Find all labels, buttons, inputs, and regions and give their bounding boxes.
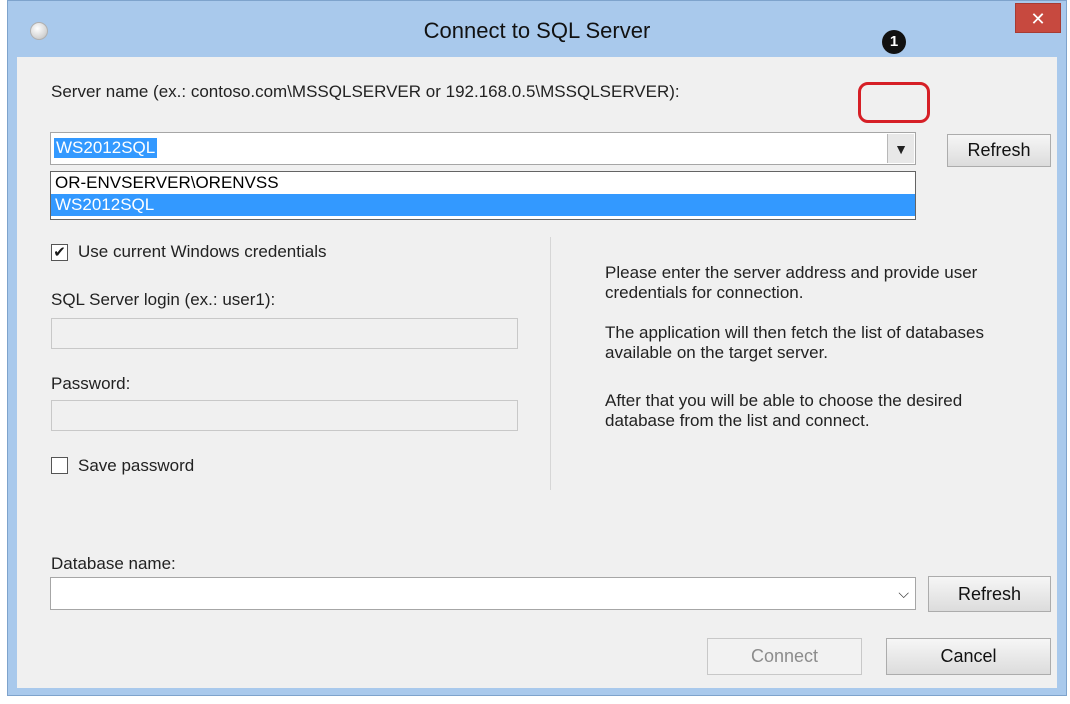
vertical-divider (550, 237, 551, 490)
server-name-combo[interactable]: WS2012SQL ▼ (50, 132, 916, 165)
server-refresh-button[interactable]: Refresh (947, 134, 1051, 167)
database-name-label: Database name: (51, 554, 176, 573)
password-field (51, 400, 518, 431)
login-label: SQL Server login (ex.: user1): (51, 290, 276, 309)
database-refresh-button[interactable]: Refresh (928, 576, 1051, 612)
password-label: Password: (51, 374, 131, 393)
save-password-label: Save password (78, 456, 195, 475)
annotation-highlight (858, 82, 930, 123)
use-windows-credentials-label: Use current Windows credentials (78, 242, 327, 261)
chevron-down-icon[interactable]: ⌵ (898, 585, 909, 602)
database-name-combo[interactable]: ⌵ (50, 577, 916, 610)
cancel-button[interactable]: Cancel (886, 638, 1051, 675)
window-title: Connect to SQL Server (423, 18, 651, 43)
close-icon: ✕ (1030, 9, 1046, 29)
server-dropdown-list[interactable]: OR-ENVSERVER\ORENVSS WS2012SQL (50, 171, 916, 220)
info-paragraph-3: After that you will be able to choose th… (605, 391, 963, 430)
server-option-selected[interactable]: WS2012SQL (51, 194, 915, 216)
save-password-checkbox[interactable] (51, 457, 68, 474)
info-paragraph-2: The application will then fetch the list… (605, 323, 984, 362)
login-field (51, 318, 518, 349)
title-bar[interactable]: Connect to SQL Server ✕ (8, 1, 1066, 55)
dialog-window: Connect to SQL Server ✕ Server name (ex.… (7, 0, 1067, 696)
close-button[interactable]: ✕ (1015, 3, 1061, 33)
use-windows-credentials-checkbox[interactable]: ✔ (51, 244, 68, 261)
chevron-down-icon[interactable]: ▼ (887, 134, 914, 163)
dialog-body: Server name (ex.: contoso.com\MSSQLSERVE… (17, 57, 1057, 688)
info-paragraph-1: Please enter the server address and prov… (605, 263, 978, 302)
server-name-label: Server name (ex.: contoso.com\MSSQLSERVE… (51, 82, 680, 101)
annotation-badge: 1 (882, 30, 906, 54)
server-name-value: WS2012SQL (54, 138, 158, 158)
server-option[interactable]: OR-ENVSERVER\ORENVSS (51, 172, 915, 194)
connect-button[interactable]: Connect (707, 638, 862, 675)
